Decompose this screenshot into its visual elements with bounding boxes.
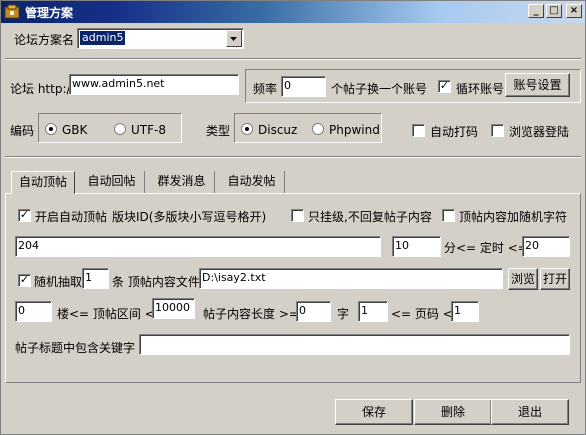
encoding-utf8-radio[interactable] (114, 123, 126, 135)
content-length-input[interactable]: 0 (296, 301, 331, 322)
type-phpwind-label: Phpwind (329, 123, 380, 137)
type-label: 类型 (206, 124, 231, 138)
tab-mass-message-label: 群发消息 (157, 174, 206, 188)
forum-url-label: 论坛 http:// (10, 82, 75, 96)
only-hang-checkbox[interactable] (291, 209, 304, 222)
scheme-name-label: 论坛方案名 (14, 33, 75, 47)
frequency-suffix: 个帖子换一个账号 (331, 82, 428, 96)
content-length-unit: 字 (337, 307, 350, 321)
floor-min-input[interactable]: 0 (15, 301, 52, 322)
close-button[interactable]: × (566, 4, 582, 18)
board-id-label: 版块ID(多版块小写逗号格开) (112, 210, 267, 224)
random-count-input[interactable]: 1 (82, 268, 109, 289)
auto-code-label: 自动打码 (430, 125, 479, 139)
tab-auto-top-label: 自动顶帖 (18, 175, 67, 189)
random-char-label: 顶帖内容加随机字符 (459, 210, 568, 224)
encoding-label: 编码 (10, 124, 35, 138)
enable-auto-top-checkbox[interactable]: ✓ (18, 209, 31, 222)
page-max-input[interactable]: 1 (451, 301, 479, 322)
content-file-input[interactable]: D:\isay2.txt (199, 268, 503, 289)
enable-auto-top-label: 开启自动顶帖 (35, 210, 108, 224)
random-char-checkbox[interactable] (442, 209, 455, 222)
exit-button[interactable]: 退出 (491, 399, 569, 425)
random-pick-label: 随机抽取 (34, 275, 83, 289)
keyword-input[interactable] (139, 334, 570, 355)
content-length-label: 帖子内容长度 >= (203, 307, 299, 321)
encoding-gbk-label: GBK (62, 123, 88, 137)
account-settings-button[interactable]: 账号设置 (505, 73, 570, 97)
forum-url-input[interactable]: www.admin5.net (69, 74, 239, 95)
open-button[interactable]: 打开 (540, 268, 570, 290)
floor-range-label: 楼<= 顶帖区间 <= (57, 307, 165, 321)
browser-login-label: 浏览器登陆 (509, 125, 570, 139)
delete-button[interactable]: 删除 (414, 399, 492, 425)
tab-auto-post[interactable]: 自动发帖 (219, 171, 285, 193)
frequency-label: 频率 (253, 82, 278, 96)
encoding-gbk-radio[interactable] (45, 123, 57, 135)
floor-max-input[interactable]: 10000 (152, 298, 195, 319)
maximize-button[interactable]: □ (546, 4, 562, 18)
auto-code-checkbox[interactable] (412, 124, 425, 137)
manage-scheme-window: 管理方案 _ □ × 论坛方案名 admin5 论坛 http:// www.a… (0, 0, 586, 435)
timer-label: 分<= 定时 <= (444, 241, 528, 255)
timer-min-input[interactable]: 10 (392, 236, 441, 257)
board-ids-input[interactable]: 204 (15, 236, 381, 257)
page-min-input[interactable]: 1 (358, 301, 388, 322)
frequency-input[interactable]: 0 (281, 76, 326, 97)
window-title: 管理方案 (25, 6, 74, 20)
encoding-utf8-label: UTF-8 (131, 123, 166, 137)
tab-auto-post-label: 自动发帖 (227, 174, 276, 188)
tab-auto-reply-label: 自动回帖 (87, 174, 136, 188)
timer-max-input[interactable]: 20 (522, 236, 570, 257)
scheme-name-select[interactable]: admin5 (77, 28, 244, 49)
save-button[interactable]: 保存 (335, 399, 413, 425)
cycle-account-label: 循环账号 (456, 82, 505, 96)
content-file-label: 条 顶帖内容文件 (112, 275, 200, 289)
type-discuz-radio[interactable] (241, 123, 253, 135)
tab-mass-message[interactable]: 群发消息 (149, 171, 215, 193)
minimize-button[interactable]: _ (528, 4, 544, 18)
browser-login-checkbox[interactable] (491, 124, 504, 137)
random-pick-checkbox[interactable]: ✓ (18, 274, 31, 287)
only-hang-label: 只挂级,不回复帖子内容 (308, 210, 432, 224)
divider (5, 58, 581, 60)
cycle-account-checkbox[interactable]: ✓ (438, 80, 451, 93)
tab-auto-reply[interactable]: 自动回帖 (79, 171, 145, 193)
title-bar: 管理方案 _ □ × (1, 1, 585, 23)
browse-button[interactable]: 浏览 (508, 268, 538, 290)
divider (5, 156, 581, 158)
type-phpwind-radio[interactable] (312, 123, 324, 135)
tab-auto-top[interactable]: 自动顶帖 (11, 171, 75, 194)
dropdown-arrow-icon[interactable] (226, 30, 242, 47)
type-discuz-label: Discuz (258, 123, 298, 137)
app-icon (4, 4, 20, 19)
keyword-label: 帖子标题中包含关键字 (15, 341, 136, 355)
scheme-name-value: admin5 (80, 31, 126, 45)
